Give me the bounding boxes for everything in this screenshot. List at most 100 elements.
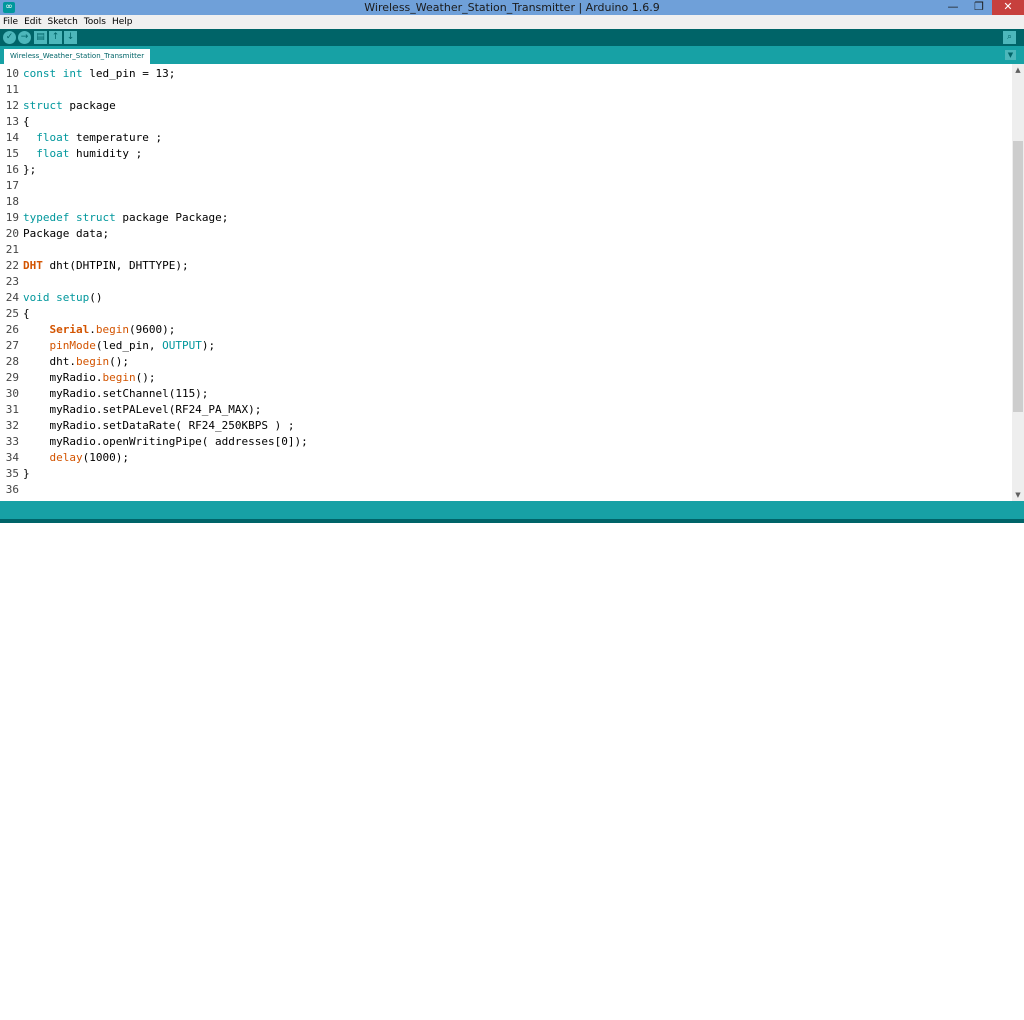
code-line[interactable]: { <box>23 114 308 130</box>
code-line[interactable]: delay(1000); <box>23 450 308 466</box>
code-token: temperature ; <box>69 131 163 144</box>
code-token: (1000); <box>82 451 129 464</box>
code-line[interactable]: void setup() <box>23 290 308 306</box>
line-number: 28 <box>5 355 19 368</box>
code-line[interactable]: Serial.begin(9600); <box>23 322 308 338</box>
code-line[interactable]: { <box>23 306 308 322</box>
code-line[interactable] <box>23 194 308 210</box>
code-token: (); <box>135 371 156 384</box>
code-token: ); <box>201 339 216 352</box>
code-token: () <box>89 291 103 304</box>
code-token: setup <box>56 291 90 304</box>
code-token: (); <box>109 355 129 368</box>
scroll-thumb[interactable] <box>1013 141 1023 412</box>
line-number: 13 <box>5 115 19 128</box>
menu-bar: File Edit Sketch Tools Help <box>0 15 1024 29</box>
line-number: 23 <box>5 275 19 288</box>
code-token: struct <box>23 99 63 112</box>
menu-sketch[interactable]: Sketch <box>45 15 81 29</box>
maximize-button[interactable]: ❐ <box>966 0 992 15</box>
serial-monitor-icon[interactable]: ⌕ <box>1003 31 1016 44</box>
line-number: 29 <box>5 371 19 384</box>
code-token: dht(DHTPIN, DHTTYPE); <box>42 259 189 272</box>
code-line[interactable]: dht.begin(); <box>23 354 308 370</box>
code-token: begin <box>95 323 129 336</box>
code-line[interactable]: typedef struct package Package; <box>23 210 308 226</box>
window-title: Wireless_Weather_Station_Transmitter | A… <box>364 1 660 14</box>
code-token: myRadio.setPALevel(RF24_PA_MAX); <box>23 403 262 416</box>
code-token: { <box>23 115 30 128</box>
code-line[interactable]: myRadio.setPALevel(RF24_PA_MAX); <box>23 402 308 418</box>
line-number: 33 <box>5 435 19 448</box>
code-token: myRadio. <box>23 371 103 384</box>
code-token: float <box>36 147 70 160</box>
code-line[interactable]: DHT dht(DHTPIN, DHTTYPE); <box>23 258 308 274</box>
line-number-gutter: 10 11 12 13 14 15 16 17 18 19 20 21 22 23 24 25 26 27 28 29… <box>0 66 19 498</box>
tab-sketch[interactable]: Wireless_Weather_Station_Transmitter <box>4 49 151 64</box>
line-number: 12 <box>5 99 19 112</box>
window-bottom-edge <box>0 519 1024 523</box>
code-token: float <box>36 131 70 144</box>
code-token: (9600); <box>129 323 176 336</box>
line-number: 21 <box>5 243 19 256</box>
new-sketch-icon[interactable]: ▤ <box>34 31 47 44</box>
code-token: pinMode <box>49 339 96 352</box>
code-token: delay <box>49 451 83 464</box>
line-number: 10 <box>5 67 19 80</box>
editor-scrollbar[interactable]: ▲ ▼ <box>1012 64 1024 501</box>
save-sketch-icon[interactable]: ↓ <box>64 31 77 44</box>
code-token: Serial <box>49 323 90 336</box>
upload-icon[interactable]: → <box>18 31 31 44</box>
menu-file[interactable]: File <box>0 15 21 29</box>
console-bar: www.mfgrobots.com <box>0 501 1024 1020</box>
code-line[interactable]: myRadio.openWritingPipe( addresses[0]); <box>23 434 307 450</box>
line-number: 11 <box>5 83 19 96</box>
code-line[interactable]: const int led_pin = 13; <box>23 66 308 82</box>
code-line[interactable]: pinMode(led_pin, OUTPUT); <box>23 338 308 354</box>
code-token: myRadio.setDataRate( RF24_250KBPS ) ; <box>23 419 295 432</box>
code-token: }; <box>23 163 37 176</box>
code-line[interactable] <box>23 274 308 290</box>
open-sketch-icon[interactable]: ↑ <box>49 31 62 44</box>
code-line[interactable] <box>23 82 308 98</box>
menu-help[interactable]: Help <box>109 15 136 29</box>
minimize-button[interactable]: — <box>940 0 966 15</box>
tab-menu-icon[interactable]: ▼ <box>1005 50 1016 60</box>
scroll-up-icon[interactable]: ▲ <box>1012 64 1024 76</box>
line-number: 31 <box>5 403 19 416</box>
code-line[interactable] <box>23 482 308 498</box>
verify-icon[interactable]: ✓ <box>3 31 16 44</box>
code-token: { <box>23 307 30 320</box>
code-line[interactable]: myRadio.begin(); <box>23 370 308 386</box>
code-line[interactable] <box>23 242 308 258</box>
code-line[interactable] <box>23 178 308 194</box>
code-token: const <box>23 67 57 80</box>
line-number: 30 <box>5 387 19 400</box>
menu-edit[interactable]: Edit <box>21 15 44 29</box>
code-line[interactable]: Package data; <box>23 226 308 242</box>
code-line[interactable]: }; <box>23 162 308 178</box>
menu-tools[interactable]: Tools <box>81 15 109 29</box>
code-line[interactable]: } <box>23 466 308 482</box>
toolbar: ✓ → ▤ ↑ ↓ ⌕ <box>0 29 1024 46</box>
code-line[interactable]: myRadio.setChannel(115); <box>23 386 308 402</box>
code-text-area[interactable]: const int led_pin = 13; struct package{ f… <box>23 66 308 498</box>
code-line[interactable]: float temperature ; <box>23 130 308 146</box>
line-number: 32 <box>5 419 19 432</box>
close-button[interactable]: ✕ <box>992 0 1024 15</box>
window-controls: — ❐ ✕ <box>940 0 1024 15</box>
line-number: 34 <box>5 451 19 464</box>
code-token: begin <box>75 355 110 368</box>
code-editor[interactable]: 10 11 12 13 14 15 16 17 18 19 20 21 22 23 24 25 26 27 28 29… <box>0 64 1012 501</box>
code-line[interactable]: struct package <box>23 98 308 114</box>
code-line[interactable]: float humidity ; <box>23 146 308 162</box>
line-number: 22 <box>5 259 19 272</box>
code-line[interactable]: myRadio.setDataRate( RF24_250KBPS ) ; <box>23 418 308 434</box>
scroll-down-icon[interactable]: ▼ <box>1012 489 1024 501</box>
line-number: 19 <box>5 211 19 224</box>
